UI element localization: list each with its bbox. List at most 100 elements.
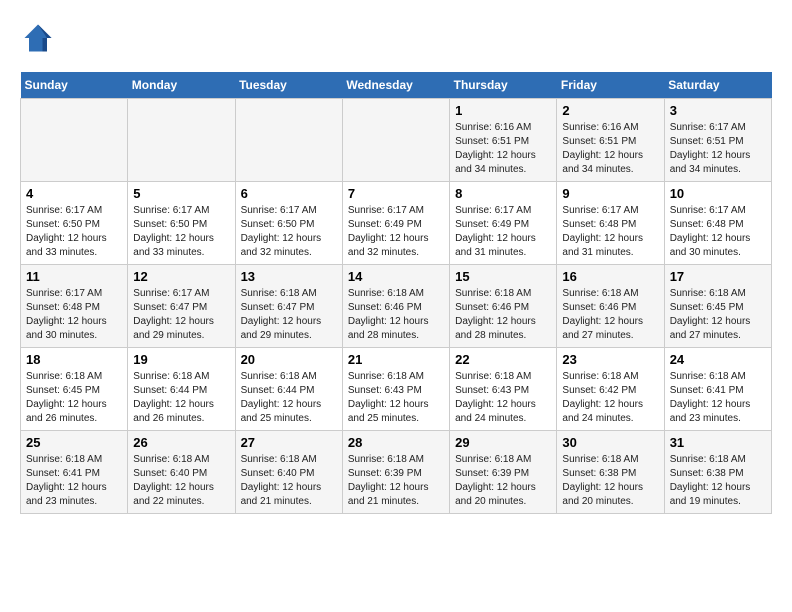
day-info: Sunrise: 6:18 AM Sunset: 6:39 PM Dayligh… bbox=[455, 453, 551, 509]
day-info: Sunrise: 6:18 AM Sunset: 6:46 PM Dayligh… bbox=[455, 287, 551, 343]
day-info: Sunrise: 6:17 AM Sunset: 6:50 PM Dayligh… bbox=[26, 204, 122, 260]
calendar-table: SundayMondayTuesdayWednesdayThursdayFrid… bbox=[20, 72, 772, 514]
calendar-cell: 26 Sunrise: 6:18 AM Sunset: 6:40 PM Dayli… bbox=[128, 431, 235, 514]
day-info: Sunrise: 6:16 AM Sunset: 6:51 PM Dayligh… bbox=[562, 121, 658, 177]
day-info: Sunrise: 6:17 AM Sunset: 6:49 PM Dayligh… bbox=[455, 204, 551, 260]
day-number: 9 bbox=[562, 186, 658, 201]
day-number: 4 bbox=[26, 186, 122, 201]
calendar-cell: 10Sunrise: 6:17 AM Sunset: 6:48 PM Dayli… bbox=[664, 182, 771, 265]
day-number: 1 bbox=[455, 103, 551, 118]
day-info: Sunrise: 6:17 AM Sunset: 6:50 PM Dayligh… bbox=[133, 204, 229, 260]
day-number: 26 bbox=[133, 435, 229, 450]
day-number: 30 bbox=[562, 435, 658, 450]
calendar-cell: 22 Sunrise: 6:18 AM Sunset: 6:43 PM Dayli… bbox=[450, 348, 557, 431]
day-info: Sunrise: 6:16 AM Sunset: 6:51 PM Dayligh… bbox=[455, 121, 551, 177]
header-sunday: Sunday bbox=[21, 72, 128, 99]
day-number: 11 bbox=[26, 269, 122, 284]
calendar-cell: 1 Sunrise: 6:16 AM Sunset: 6:51 PM Daylig… bbox=[450, 99, 557, 182]
day-info: Sunrise: 6:18 AM Sunset: 6:41 PM Dayligh… bbox=[670, 370, 766, 426]
calendar-cell: 24 Sunrise: 6:18 AM Sunset: 6:41 PM Dayli… bbox=[664, 348, 771, 431]
calendar-cell: 15 Sunrise: 6:18 AM Sunset: 6:46 PM Dayli… bbox=[450, 265, 557, 348]
day-info: Sunrise: 6:17 AM Sunset: 6:47 PM Dayligh… bbox=[133, 287, 229, 343]
day-info: Sunrise: 6:18 AM Sunset: 6:38 PM Dayligh… bbox=[670, 453, 766, 509]
day-number: 8 bbox=[455, 186, 551, 201]
day-info: Sunrise: 6:18 AM Sunset: 6:45 PM Dayligh… bbox=[670, 287, 766, 343]
day-number: 28 bbox=[348, 435, 444, 450]
day-number: 6 bbox=[241, 186, 337, 201]
calendar-cell: 5 Sunrise: 6:17 AM Sunset: 6:50 PM Daylig… bbox=[128, 182, 235, 265]
calendar-cell bbox=[128, 99, 235, 182]
header-thursday: Thursday bbox=[450, 72, 557, 99]
day-number: 19 bbox=[133, 352, 229, 367]
day-number: 5 bbox=[133, 186, 229, 201]
day-info: Sunrise: 6:18 AM Sunset: 6:46 PM Dayligh… bbox=[562, 287, 658, 343]
day-number: 25 bbox=[26, 435, 122, 450]
calendar-cell: 17 Sunrise: 6:18 AM Sunset: 6:45 PM Dayli… bbox=[664, 265, 771, 348]
day-info: Sunrise: 6:18 AM Sunset: 6:40 PM Dayligh… bbox=[241, 453, 337, 509]
day-info: Sunrise: 6:18 AM Sunset: 6:38 PM Dayligh… bbox=[562, 453, 658, 509]
day-info: Sunrise: 6:18 AM Sunset: 6:43 PM Dayligh… bbox=[455, 370, 551, 426]
day-info: Sunrise: 6:18 AM Sunset: 6:40 PM Dayligh… bbox=[133, 453, 229, 509]
day-number: 22 bbox=[455, 352, 551, 367]
day-number: 29 bbox=[455, 435, 551, 450]
day-number: 3 bbox=[670, 103, 766, 118]
day-info: Sunrise: 6:18 AM Sunset: 6:41 PM Dayligh… bbox=[26, 453, 122, 509]
header-wednesday: Wednesday bbox=[342, 72, 449, 99]
day-number: 21 bbox=[348, 352, 444, 367]
day-info: Sunrise: 6:17 AM Sunset: 6:48 PM Dayligh… bbox=[562, 204, 658, 260]
calendar-cell bbox=[21, 99, 128, 182]
day-info: Sunrise: 6:17 AM Sunset: 6:48 PM Dayligh… bbox=[26, 287, 122, 343]
calendar-cell: 12 Sunrise: 6:17 AM Sunset: 6:47 PM Dayli… bbox=[128, 265, 235, 348]
logo-icon bbox=[20, 20, 56, 56]
day-number: 15 bbox=[455, 269, 551, 284]
day-info: Sunrise: 6:18 AM Sunset: 6:44 PM Dayligh… bbox=[241, 370, 337, 426]
page-header bbox=[20, 20, 772, 56]
calendar-cell: 2Sunrise: 6:16 AM Sunset: 6:51 PM Daylig… bbox=[557, 99, 664, 182]
calendar-cell: 7Sunrise: 6:17 AM Sunset: 6:49 PM Daylig… bbox=[342, 182, 449, 265]
day-info: Sunrise: 6:18 AM Sunset: 6:43 PM Dayligh… bbox=[348, 370, 444, 426]
calendar-cell: 4 Sunrise: 6:17 AM Sunset: 6:50 PM Daylig… bbox=[21, 182, 128, 265]
calendar-cell: 31Sunrise: 6:18 AM Sunset: 6:38 PM Dayli… bbox=[664, 431, 771, 514]
calendar-header-row: SundayMondayTuesdayWednesdayThursdayFrid… bbox=[21, 72, 772, 99]
calendar-cell bbox=[342, 99, 449, 182]
calendar-cell: 11 Sunrise: 6:17 AM Sunset: 6:48 PM Dayli… bbox=[21, 265, 128, 348]
day-info: Sunrise: 6:18 AM Sunset: 6:44 PM Dayligh… bbox=[133, 370, 229, 426]
day-number: 27 bbox=[241, 435, 337, 450]
calendar-week-row: 11 Sunrise: 6:17 AM Sunset: 6:48 PM Dayli… bbox=[21, 265, 772, 348]
logo bbox=[20, 20, 62, 56]
day-info: Sunrise: 6:17 AM Sunset: 6:51 PM Dayligh… bbox=[670, 121, 766, 177]
day-number: 20 bbox=[241, 352, 337, 367]
calendar-week-row: 1 Sunrise: 6:16 AM Sunset: 6:51 PM Daylig… bbox=[21, 99, 772, 182]
calendar-cell: 8 Sunrise: 6:17 AM Sunset: 6:49 PM Daylig… bbox=[450, 182, 557, 265]
calendar-cell: 13 Sunrise: 6:18 AM Sunset: 6:47 PM Dayli… bbox=[235, 265, 342, 348]
calendar-week-row: 18Sunrise: 6:18 AM Sunset: 6:45 PM Dayli… bbox=[21, 348, 772, 431]
day-number: 14 bbox=[348, 269, 444, 284]
calendar-cell: 3 Sunrise: 6:17 AM Sunset: 6:51 PM Daylig… bbox=[664, 99, 771, 182]
calendar-cell: 25 Sunrise: 6:18 AM Sunset: 6:41 PM Dayli… bbox=[21, 431, 128, 514]
day-number: 23 bbox=[562, 352, 658, 367]
calendar-cell: 21 Sunrise: 6:18 AM Sunset: 6:43 PM Dayli… bbox=[342, 348, 449, 431]
day-info: Sunrise: 6:17 AM Sunset: 6:48 PM Dayligh… bbox=[670, 204, 766, 260]
calendar-cell: 30 Sunrise: 6:18 AM Sunset: 6:38 PM Dayli… bbox=[557, 431, 664, 514]
day-number: 17 bbox=[670, 269, 766, 284]
calendar-cell: 16 Sunrise: 6:18 AM Sunset: 6:46 PM Dayli… bbox=[557, 265, 664, 348]
day-number: 18 bbox=[26, 352, 122, 367]
calendar-cell: 23Sunrise: 6:18 AM Sunset: 6:42 PM Dayli… bbox=[557, 348, 664, 431]
day-info: Sunrise: 6:18 AM Sunset: 6:39 PM Dayligh… bbox=[348, 453, 444, 509]
calendar-week-row: 25 Sunrise: 6:18 AM Sunset: 6:41 PM Dayli… bbox=[21, 431, 772, 514]
day-number: 12 bbox=[133, 269, 229, 284]
day-info: Sunrise: 6:17 AM Sunset: 6:50 PM Dayligh… bbox=[241, 204, 337, 260]
calendar-cell: 9 Sunrise: 6:17 AM Sunset: 6:48 PM Daylig… bbox=[557, 182, 664, 265]
day-info: Sunrise: 6:18 AM Sunset: 6:46 PM Dayligh… bbox=[348, 287, 444, 343]
calendar-week-row: 4 Sunrise: 6:17 AM Sunset: 6:50 PM Daylig… bbox=[21, 182, 772, 265]
day-info: Sunrise: 6:17 AM Sunset: 6:49 PM Dayligh… bbox=[348, 204, 444, 260]
header-tuesday: Tuesday bbox=[235, 72, 342, 99]
calendar-cell: 19 Sunrise: 6:18 AM Sunset: 6:44 PM Dayli… bbox=[128, 348, 235, 431]
header-saturday: Saturday bbox=[664, 72, 771, 99]
calendar-cell: 20 Sunrise: 6:18 AM Sunset: 6:44 PM Dayli… bbox=[235, 348, 342, 431]
calendar-cell bbox=[235, 99, 342, 182]
day-info: Sunrise: 6:18 AM Sunset: 6:47 PM Dayligh… bbox=[241, 287, 337, 343]
day-number: 13 bbox=[241, 269, 337, 284]
day-number: 16 bbox=[562, 269, 658, 284]
day-number: 24 bbox=[670, 352, 766, 367]
